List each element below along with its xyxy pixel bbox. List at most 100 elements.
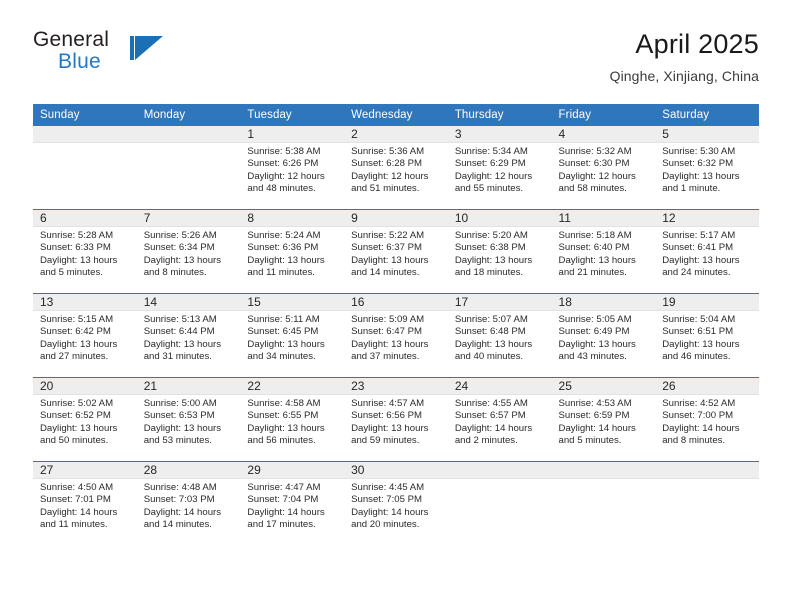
calendar-day-cell[interactable]: 28 Sunrise: 4:48 AM Sunset: 7:03 PM Dayligh…: [136, 461, 241, 545]
calendar-day-cell[interactable]: 6 Sunrise: 5:28 AM Sunset: 6:33 PM Daylight…: [33, 209, 137, 294]
calendar-day-cell[interactable]: 26 Sunrise: 4:52 AM Sunset: 7:00 PM Dayligh…: [655, 377, 759, 462]
sunset-text: Sunset: 6:28 PM: [351, 158, 423, 170]
calendar-day-cell[interactable]: 13 Sunrise: 5:15 AM Sunset: 6:42 PM Dayligh…: [33, 293, 137, 378]
calendar-day-cell[interactable]: [136, 126, 241, 210]
calendar-day-cell[interactable]: 3 Sunrise: 5:34 AM Sunset: 6:29 PM Daylight…: [447, 126, 552, 210]
weekday-header-row: Sunday Monday Tuesday Wednesday Thursday Frid…: [33, 104, 759, 126]
calendar-day-cell[interactable]: 16 Sunrise: 5:09 AM Sunset: 6:47 PM Dayligh…: [344, 293, 448, 378]
day-info: Sunrise: 5:32 AM Sunset: 6:30 PM Daylight:…: [552, 143, 656, 196]
daylight-text: Daylight: 14 hours and 17 minutes.: [247, 506, 325, 531]
daylight-text: Daylight: 13 hours and 34 minutes.: [247, 338, 325, 363]
day-number: [136, 126, 241, 143]
calendar-day-cell[interactable]: 14 Sunrise: 5:13 AM Sunset: 6:44 PM Dayligh…: [136, 293, 241, 378]
day-number: 19: [655, 294, 759, 311]
calendar-day-cell[interactable]: 1 Sunrise: 5:38 AM Sunset: 6:26 PM Daylight…: [240, 126, 345, 210]
day-info: Sunrise: 5:13 AM Sunset: 6:44 PM Daylight:…: [137, 311, 241, 364]
calendar-day-cell[interactable]: 10 Sunrise: 5:20 AM Sunset: 6:38 PM Dayligh…: [447, 209, 552, 294]
calendar-day-cell[interactable]: 2 Sunrise: 5:36 AM Sunset: 6:28 PM Daylight…: [344, 126, 448, 210]
sunset-text: Sunset: 6:44 PM: [143, 326, 215, 338]
day-info: Sunrise: 4:45 AM Sunset: 7:05 PM Daylight:…: [344, 479, 448, 532]
calendar-week-row: 20 Sunrise: 5:02 AM Sunset: 6:52 PM Dayligh…: [33, 377, 759, 462]
brand-triangle-icon: [130, 36, 164, 64]
calendar-day-cell[interactable]: 8 Sunrise: 5:24 AM Sunset: 6:36 PM Daylight…: [240, 209, 345, 294]
calendar-day-cell[interactable]: 4 Sunrise: 5:32 AM Sunset: 6:30 PM Daylight…: [551, 126, 656, 210]
calendar-day-cell[interactable]: 5 Sunrise: 5:30 AM Sunset: 6:32 PM Daylight…: [655, 126, 759, 210]
day-number: 6: [33, 210, 137, 227]
day-info: Sunrise: 5:28 AM Sunset: 6:33 PM Daylight:…: [33, 227, 137, 280]
calendar-day-cell[interactable]: 18 Sunrise: 5:05 AM Sunset: 6:49 PM Dayligh…: [551, 293, 656, 378]
day-info: Sunrise: 4:47 AM Sunset: 7:04 PM Daylight:…: [240, 479, 344, 532]
day-number: 21: [136, 378, 241, 395]
sunset-text: Sunset: 6:33 PM: [40, 242, 111, 254]
sunrise-text: Sunrise: 5:15 AM: [40, 314, 114, 325]
page-header: General Blue April 2025 Qinghe, Xinjiang…: [33, 28, 759, 98]
calendar-day-cell[interactable]: 23 Sunrise: 4:57 AM Sunset: 6:56 PM Dayligh…: [344, 377, 448, 462]
calendar-day-cell[interactable]: 27 Sunrise: 4:50 AM Sunset: 7:01 PM Dayligh…: [33, 461, 137, 545]
day-info: Sunrise: 5:36 AM Sunset: 6:28 PM Daylight:…: [344, 143, 448, 196]
calendar-day-cell[interactable]: 19 Sunrise: 5:04 AM Sunset: 6:51 PM Dayligh…: [655, 293, 759, 378]
day-number: 22: [240, 378, 345, 395]
day-cell: 1 Sunrise: 5:38 AM Sunset: 6:26 PM Daylight…: [240, 126, 345, 209]
sunrise-text: Sunrise: 5:26 AM: [143, 230, 217, 241]
day-cell: 28 Sunrise: 4:48 AM Sunset: 7:03 PM Dayligh…: [136, 462, 241, 545]
daylight-text: Daylight: 13 hours and 8 minutes.: [143, 254, 222, 279]
day-number: 5: [655, 126, 759, 143]
weekday-header-saturday: Saturday: [655, 104, 759, 126]
weekday-header-wednesday: Wednesday: [344, 104, 448, 126]
calendar-day-cell[interactable]: 15 Sunrise: 5:11 AM Sunset: 6:45 PM Dayligh…: [240, 293, 345, 378]
day-cell: 14 Sunrise: 5:13 AM Sunset: 6:44 PM Dayligh…: [136, 294, 241, 377]
daylight-text: Daylight: 13 hours and 59 minutes.: [351, 422, 429, 447]
sunset-text: Sunset: 7:01 PM: [40, 494, 111, 506]
daylight-text: Daylight: 13 hours and 11 minutes.: [247, 254, 325, 279]
day-cell: 17 Sunrise: 5:07 AM Sunset: 6:48 PM Dayligh…: [447, 294, 552, 377]
day-number: 1: [240, 126, 345, 143]
calendar-day-cell[interactable]: 17 Sunrise: 5:07 AM Sunset: 6:48 PM Dayligh…: [447, 293, 552, 378]
brand-logo[interactable]: General Blue: [33, 28, 253, 86]
day-cell-empty: [447, 462, 552, 545]
calendar-day-cell[interactable]: 21 Sunrise: 5:00 AM Sunset: 6:53 PM Dayligh…: [136, 377, 241, 462]
daylight-text: Daylight: 13 hours and 5 minutes.: [40, 254, 118, 279]
calendar-day-cell[interactable]: [655, 461, 759, 545]
calendar-day-cell[interactable]: [33, 126, 137, 210]
day-info: Sunrise: 5:38 AM Sunset: 6:26 PM Daylight:…: [240, 143, 344, 196]
sunrise-text: Sunrise: 4:53 AM: [558, 398, 632, 409]
calendar-day-cell[interactable]: [551, 461, 656, 545]
day-cell: 18 Sunrise: 5:05 AM Sunset: 6:49 PM Dayligh…: [551, 294, 656, 377]
sunrise-text: Sunrise: 5:32 AM: [558, 146, 632, 157]
sunrise-text: Sunrise: 4:48 AM: [143, 482, 217, 493]
sunset-text: Sunset: 7:03 PM: [143, 494, 215, 506]
daylight-text: Daylight: 13 hours and 31 minutes.: [143, 338, 222, 363]
sunrise-text: Sunrise: 5:38 AM: [247, 146, 321, 157]
sunset-text: Sunset: 6:51 PM: [662, 326, 734, 338]
daylight-text: Daylight: 13 hours and 24 minutes.: [662, 254, 740, 279]
calendar-day-cell[interactable]: 22 Sunrise: 4:58 AM Sunset: 6:55 PM Dayligh…: [240, 377, 345, 462]
day-cell: 8 Sunrise: 5:24 AM Sunset: 6:36 PM Daylight…: [240, 210, 345, 293]
calendar-day-cell[interactable]: 12 Sunrise: 5:17 AM Sunset: 6:41 PM Dayligh…: [655, 209, 759, 294]
day-info: Sunrise: 4:50 AM Sunset: 7:01 PM Daylight:…: [33, 479, 137, 532]
sunset-text: Sunset: 6:52 PM: [40, 410, 111, 422]
daylight-text: Daylight: 12 hours and 51 minutes.: [351, 170, 429, 195]
calendar-day-cell[interactable]: 7 Sunrise: 5:26 AM Sunset: 6:34 PM Daylight…: [136, 209, 241, 294]
day-cell: 12 Sunrise: 5:17 AM Sunset: 6:41 PM Dayligh…: [655, 210, 759, 293]
weekday-header-friday: Friday: [551, 104, 656, 126]
day-cell-empty: [655, 462, 759, 545]
calendar-day-cell[interactable]: 11 Sunrise: 5:18 AM Sunset: 6:40 PM Dayligh…: [551, 209, 656, 294]
day-info: Sunrise: 5:34 AM Sunset: 6:29 PM Daylight:…: [448, 143, 552, 196]
day-cell: 16 Sunrise: 5:09 AM Sunset: 6:47 PM Dayligh…: [344, 294, 448, 377]
day-info: Sunrise: 4:57 AM Sunset: 6:56 PM Daylight:…: [344, 395, 448, 448]
calendar-day-cell[interactable]: 20 Sunrise: 5:02 AM Sunset: 6:52 PM Dayligh…: [33, 377, 137, 462]
calendar-day-cell[interactable]: 29 Sunrise: 4:47 AM Sunset: 7:04 PM Dayligh…: [240, 461, 345, 545]
calendar-day-cell[interactable]: 24 Sunrise: 4:55 AM Sunset: 6:57 PM Dayligh…: [447, 377, 552, 462]
day-number: 12: [655, 210, 759, 227]
day-number: 15: [240, 294, 345, 311]
calendar-day-cell[interactable]: 25 Sunrise: 4:53 AM Sunset: 6:59 PM Dayligh…: [551, 377, 656, 462]
calendar-day-cell[interactable]: 30 Sunrise: 4:45 AM Sunset: 7:05 PM Dayligh…: [344, 461, 448, 545]
day-cell-empty: [551, 462, 656, 545]
day-info: Sunrise: 5:17 AM Sunset: 6:41 PM Daylight:…: [655, 227, 759, 280]
calendar-day-cell[interactable]: 9 Sunrise: 5:22 AM Sunset: 6:37 PM Daylight…: [344, 209, 448, 294]
daylight-text: Daylight: 12 hours and 48 minutes.: [247, 170, 325, 195]
calendar-day-cell[interactable]: [447, 461, 552, 545]
calendar-grid: Sunday Monday Tuesday Wednesday Thursday Frid…: [33, 104, 759, 545]
daylight-text: Daylight: 13 hours and 46 minutes.: [662, 338, 740, 363]
sunset-text: Sunset: 6:40 PM: [558, 242, 630, 254]
